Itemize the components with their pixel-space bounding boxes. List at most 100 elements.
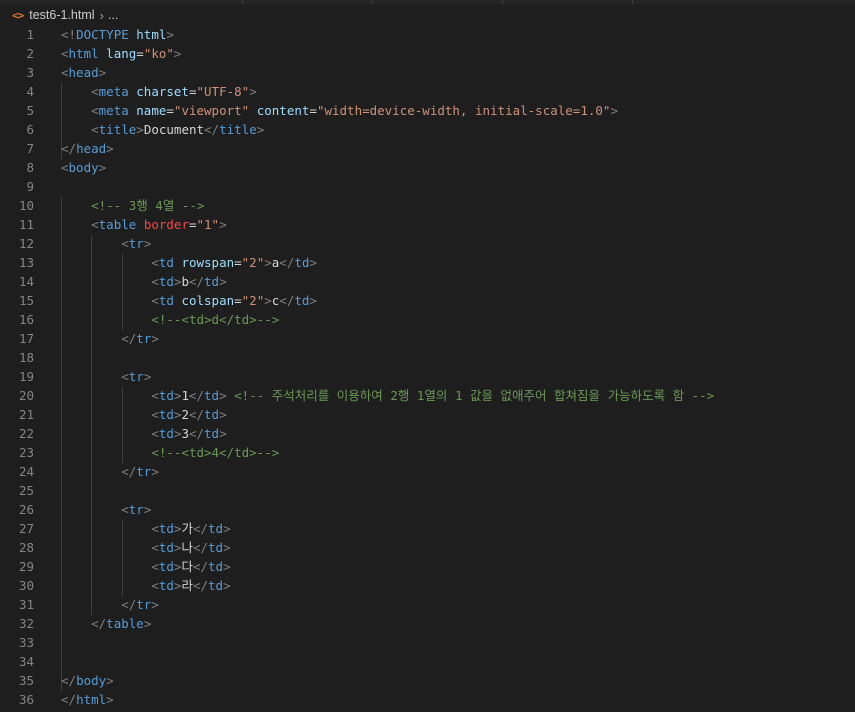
code-line[interactable]: 33 [0,633,855,652]
code-line[interactable]: 34 [0,652,855,671]
code-text: 나 [181,540,193,555]
code-line[interactable]: 14 <td>b</td> [0,272,855,291]
code-tag-name: td [158,559,174,574]
code-bracket: </ [279,293,295,308]
code-line[interactable]: 1 <!DOCTYPE html> [0,25,855,44]
code-line[interactable]: 20 <td>1</td> <!-- 주석처리를 이용하여 2행 1열의 1 값… [0,386,855,405]
code-line[interactable]: 18 [0,348,855,367]
code-line[interactable]: 27 <td>가</td> [0,519,855,538]
code-tag-name: td [294,255,310,270]
line-number: 23 [18,445,34,460]
line-content: <td>3</td> [61,424,226,443]
code-bracket: > [173,46,182,61]
code-line[interactable]: 36 </html> [0,690,855,709]
line-number: 2 [26,46,34,61]
code-bracket: > [256,122,265,137]
line-content: <tr> [61,367,151,386]
code-line[interactable]: 23 <!--<td>4</td>--> [0,443,855,462]
code-bracket: </ [192,521,209,536]
code-attribute: lang [106,46,137,61]
code-line[interactable]: 22 <td>3</td> [0,424,855,443]
line-number: 27 [18,521,34,536]
line-content: <html lang="ko"> [61,44,181,63]
line-number: 24 [18,464,34,479]
code-bracket: > [264,293,272,308]
line-number: 13 [18,255,34,270]
line-content: </tr> [61,462,159,481]
code-line[interactable]: 28 <td>나</td> [0,538,855,557]
code-string: "2" [241,255,265,270]
code-line[interactable]: 9 [0,177,855,196]
code-bracket: > [166,27,174,42]
breadcrumb-symbols[interactable]: ... [108,8,118,22]
code-line[interactable]: 24 </tr> [0,462,855,481]
code-line[interactable]: 5 <meta name="viewport" content="width=d… [0,101,855,120]
code-bracket: </ [279,255,295,270]
code-line[interactable]: 6 <title>Document</title> [0,120,855,139]
code-line[interactable]: 2 <html lang="ko"> [0,44,855,63]
breadcrumb-filename[interactable]: test6-1.html [29,8,94,22]
code-editor[interactable]: 1 <!DOCTYPE html> 2 <html lang="ko"> 3 <head>… [0,26,855,712]
code-line[interactable]: 30 <td>라</td> [0,576,855,595]
code-attribute: rowspan [181,255,235,270]
html-file-icon: <> [12,8,24,22]
code-line[interactable]: 32 </table> [0,614,855,633]
line-content: <tr> [61,234,151,253]
code-attribute: charset [136,84,189,99]
code-line[interactable]: 21 <td>2</td> [0,405,855,424]
line-number: 34 [18,654,34,669]
code-bracket: > [98,160,107,175]
code-tag-name: tr [128,369,144,384]
code-comment: <!--<td>d</td>--> [151,312,280,327]
code-line[interactable]: 7 </head> [0,139,855,158]
code-tag-name: td [204,274,220,289]
code-line[interactable]: 17 </tr> [0,329,855,348]
code-text: 다 [181,559,193,574]
code-line[interactable]: 31 </tr> [0,595,855,614]
code-line[interactable]: 3 <head> [0,63,855,82]
code-line[interactable]: 16 <!--<td>d</td>--> [0,310,855,329]
code-line[interactable]: 4 <meta charset="UTF-8"> [0,82,855,101]
line-content: <td>나</td> [61,538,231,557]
code-line[interactable]: 25 [0,481,855,500]
code-bracket: > [223,559,231,574]
code-line[interactable]: 13 <td rowspan="2">a</td> [0,253,855,272]
code-bracket: </ [192,578,209,593]
code-bracket: < [61,46,69,61]
line-content: <table border="1"> [61,215,227,234]
code-bracket: </ [121,597,137,612]
code-line[interactable]: 29 <td>다</td> [0,557,855,576]
code-bracket: < [151,388,159,403]
line-number: 14 [18,274,34,289]
code-attribute: content [256,103,310,118]
line-number: 5 [26,103,34,118]
code-bracket: > [223,540,231,555]
line-number: 1 [26,27,34,42]
line-number: 31 [18,597,34,612]
code-line[interactable]: 10 <!-- 3행 4열 --> [0,196,855,215]
code-line[interactable]: 15 <td colspan="2">c</td> [0,291,855,310]
code-line[interactable]: 35 </body> [0,671,855,690]
code-bracket: < [91,103,99,118]
code-tag-name: td [158,255,174,270]
code-tag-name: td [208,559,224,574]
code-line[interactable]: 12 <tr> [0,234,855,253]
code-line[interactable]: 8 <body> [0,158,855,177]
code-bracket: < [91,84,99,99]
line-content: <title>Document</title> [61,120,264,139]
code-tag-name: head [76,141,107,156]
line-content: <!--<td>d</td>--> [61,310,279,329]
code-line[interactable]: 19 <tr> [0,367,855,386]
code-line[interactable]: 26 <tr> [0,500,855,519]
code-line[interactable]: 11 <table border="1"> [0,215,855,234]
line-content: <td>가</td> [61,519,230,538]
line-content: </html> [61,690,114,709]
line-content: </tr> [61,595,159,614]
code-text: = [234,255,242,270]
code-text: 1 [181,388,189,403]
